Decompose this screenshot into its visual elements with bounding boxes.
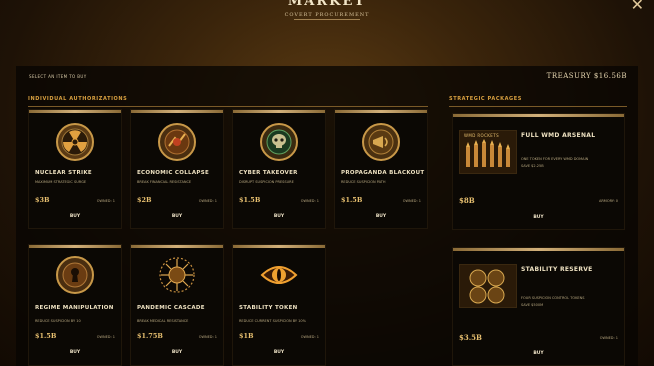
package-savings: SAVE $2.25B xyxy=(521,164,544,168)
wmd-image-label: WMD ROCKETS xyxy=(464,133,500,138)
strategic-section-line xyxy=(449,106,627,107)
rockets-icon xyxy=(466,139,510,167)
item-price: $1.5B xyxy=(35,332,57,340)
buy-button[interactable]: BUY xyxy=(335,214,427,219)
card-accent-bar xyxy=(453,248,624,251)
coin-stack-icon xyxy=(459,264,517,308)
close-icon[interactable]: ✕ xyxy=(631,0,644,14)
item-owned: OWNED: 1 xyxy=(300,335,319,339)
item-price: $1.75B xyxy=(137,332,163,340)
cyber-skull-icon xyxy=(260,123,298,161)
select-label: SELECT AN ITEM TO BUY xyxy=(29,74,87,79)
card-accent-bar xyxy=(335,110,427,113)
item-owned: OWNED: 1 xyxy=(198,199,217,203)
item-owned: OWNED: 1 xyxy=(96,199,115,203)
package-desc: ONE TOKEN FOR EVERY WMD DOMAIN xyxy=(521,157,589,161)
strategic-section-label: STRATEGIC PACKAGES xyxy=(449,96,522,102)
item-title: PROPAGANDA BLACKOUT xyxy=(341,170,425,176)
buy-button[interactable]: BUY xyxy=(131,214,223,219)
item-card-cyber-takeover[interactable]: CYBER TAKEOVER DISRUPT SUSPICION PRESSUR… xyxy=(232,109,326,229)
propaganda-icon xyxy=(362,123,400,161)
item-desc: DISRUPT SUSPICION PRESSURE xyxy=(239,180,294,184)
item-price: $2B xyxy=(137,196,152,204)
buy-button[interactable]: BUY xyxy=(453,215,624,220)
card-accent-bar xyxy=(29,110,121,113)
item-card-economic-collapse[interactable]: ECONOMIC COLLAPSE BREAK FINANCIAL RESIST… xyxy=(130,109,224,229)
page-subtitle: COVERT PROCUREMENT xyxy=(284,12,370,18)
card-accent-bar xyxy=(453,114,624,117)
card-accent-bar xyxy=(233,110,325,113)
item-title: REGIME MANIPULATION xyxy=(35,305,114,311)
item-price: $1.5B xyxy=(341,196,363,204)
card-accent-bar xyxy=(131,110,223,113)
item-desc: BREAK MEDICAL RESISTANCE xyxy=(137,319,189,323)
item-title: ECONOMIC COLLAPSE xyxy=(137,170,210,176)
package-desc: FOUR SUSPICION CONTROL TOKENS xyxy=(521,296,585,300)
item-title: NUCLEAR STRIKE xyxy=(35,170,92,176)
buy-button[interactable]: BUY xyxy=(29,350,121,355)
individual-section-line xyxy=(28,106,428,107)
buy-button[interactable]: BUY xyxy=(233,214,325,219)
package-title: FULL WMD ARSENAL xyxy=(521,132,596,139)
buy-button[interactable]: BUY xyxy=(453,351,624,356)
page-title: MARKET xyxy=(287,0,367,9)
treasury-readout: TREASURY $16.56B xyxy=(546,72,627,80)
package-price: $8B xyxy=(459,196,475,205)
package-savings: SAVE $500M xyxy=(521,303,544,307)
radiation-icon xyxy=(56,123,94,161)
eye-icon xyxy=(260,266,298,284)
item-card-propaganda-blackout[interactable]: PROPAGANDA BLACKOUT REDUCE SUSPICION PAT… xyxy=(334,109,428,229)
card-accent-bar xyxy=(29,245,121,248)
card-accent-bar xyxy=(131,245,223,248)
item-owned: OWNED: 1 xyxy=(198,335,217,339)
package-card-full-wmd-arsenal[interactable]: WMD ROCKETS FULL WMD ARSENAL ONE TOKEN F… xyxy=(452,113,625,230)
item-price: $3B xyxy=(35,196,50,204)
item-title: CYBER TAKEOVER xyxy=(239,170,298,176)
item-title: PANDEMIC CASCADE xyxy=(137,305,205,311)
buy-button[interactable]: BUY xyxy=(233,350,325,355)
buy-button[interactable]: BUY xyxy=(131,350,223,355)
regime-keyhole-icon xyxy=(56,256,94,294)
package-price: $3.5B xyxy=(459,333,482,342)
package-owned: OWNED: 1 xyxy=(599,336,618,340)
item-owned: OWNED: 1 xyxy=(402,199,421,203)
title-divider xyxy=(294,19,360,20)
buy-button[interactable]: BUY xyxy=(29,214,121,219)
individual-section-label: INDIVIDUAL AUTHORIZATIONS xyxy=(28,96,128,102)
item-desc: MAXIMUM STRATEGIC SURGE xyxy=(35,180,87,184)
item-price: $1.5B xyxy=(239,196,261,204)
wmd-rockets-image: WMD ROCKETS xyxy=(459,130,517,174)
item-owned: OWNED: 1 xyxy=(300,199,319,203)
item-owned: OWNED: 1 xyxy=(96,335,115,339)
item-desc: BREAK FINANCIAL RESISTANCE xyxy=(137,180,192,184)
item-desc: REDUCE SUSPICION PATH xyxy=(341,180,386,184)
item-card-nuclear-strike[interactable]: NUCLEAR STRIKE MAXIMUM STRATEGIC SURGE $… xyxy=(28,109,122,229)
pandemic-icon xyxy=(159,257,195,293)
item-desc: REDUCE SUSPICION BY 10 xyxy=(35,319,81,323)
item-card-regime-manipulation[interactable]: REGIME MANIPULATION REDUCE SUSPICION BY … xyxy=(28,244,122,366)
package-owned: ARMORY: 0 xyxy=(598,199,618,203)
item-card-pandemic-cascade[interactable]: PANDEMIC CASCADE BREAK MEDICAL RESISTANC… xyxy=(130,244,224,366)
economic-collapse-icon xyxy=(158,123,196,161)
card-accent-bar xyxy=(233,245,325,248)
item-price: $1B xyxy=(239,332,254,340)
package-card-stability-reserve[interactable]: STABILITY RESERVE FOUR SUSPICION CONTROL… xyxy=(452,247,625,366)
item-title: STABILITY TOKEN xyxy=(239,305,298,311)
item-desc: REDUCE CURRENT SUSPICION BY 10% xyxy=(239,319,306,323)
item-card-stability-token[interactable]: STABILITY TOKEN REDUCE CURRENT SUSPICION… xyxy=(232,244,326,366)
package-title: STABILITY RESERVE xyxy=(521,266,593,273)
